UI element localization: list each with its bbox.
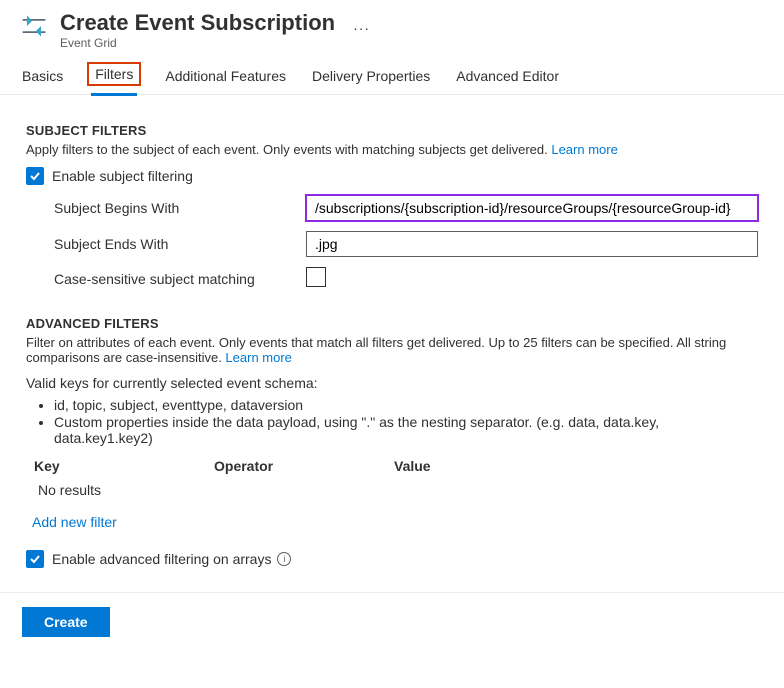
- advanced-filters-learn-more-link[interactable]: Learn more: [225, 350, 291, 365]
- tab-basics[interactable]: Basics: [20, 62, 65, 94]
- subject-filters-help: Apply filters to the subject of each eve…: [26, 142, 551, 157]
- case-sensitive-checkbox[interactable]: [306, 267, 326, 287]
- valid-keys-custom: Custom properties inside the data payloa…: [54, 414, 758, 446]
- tab-advanced-editor[interactable]: Advanced Editor: [454, 62, 561, 94]
- tab-delivery-properties[interactable]: Delivery Properties: [310, 62, 432, 94]
- tab-bar: Basics Filters Additional Features Deliv…: [0, 56, 784, 95]
- page-title: Create Event Subscription: [60, 10, 335, 36]
- event-subscription-icon: [20, 12, 48, 40]
- subject-filters-heading: SUBJECT FILTERS: [26, 123, 758, 138]
- filters-col-value: Value: [394, 458, 758, 474]
- valid-keys-intro: Valid keys for currently selected event …: [26, 375, 758, 391]
- filters-col-operator: Operator: [214, 458, 394, 474]
- filters-no-results: No results: [38, 482, 758, 498]
- enable-subject-filtering-label: Enable subject filtering: [52, 168, 193, 184]
- page-subtitle: Event Grid: [60, 36, 335, 50]
- valid-keys-builtin: id, topic, subject, eventtype, dataversi…: [54, 397, 758, 413]
- subject-begins-with-input[interactable]: [306, 195, 758, 221]
- create-button[interactable]: Create: [22, 607, 110, 637]
- enable-array-filtering-checkbox[interactable]: [26, 550, 44, 568]
- advanced-filters-help: Filter on attributes of each event. Only…: [26, 335, 726, 365]
- subject-filters-learn-more-link[interactable]: Learn more: [551, 142, 617, 157]
- subject-ends-with-label: Subject Ends With: [26, 236, 306, 252]
- enable-subject-filtering-checkbox[interactable]: [26, 167, 44, 185]
- info-icon[interactable]: i: [277, 552, 291, 566]
- subject-ends-with-input[interactable]: [306, 231, 758, 257]
- more-icon[interactable]: ···: [353, 20, 370, 36]
- tab-additional-features[interactable]: Additional Features: [163, 62, 288, 94]
- advanced-filters-heading: ADVANCED FILTERS: [26, 316, 758, 331]
- case-sensitive-label: Case-sensitive subject matching: [26, 271, 306, 287]
- filters-col-key: Key: [34, 458, 214, 474]
- enable-array-filtering-label: Enable advanced filtering on arrays: [52, 551, 271, 567]
- add-new-filter-link[interactable]: Add new filter: [32, 514, 117, 530]
- tab-filters[interactable]: Filters: [87, 62, 141, 86]
- subject-begins-with-label: Subject Begins With: [26, 200, 306, 216]
